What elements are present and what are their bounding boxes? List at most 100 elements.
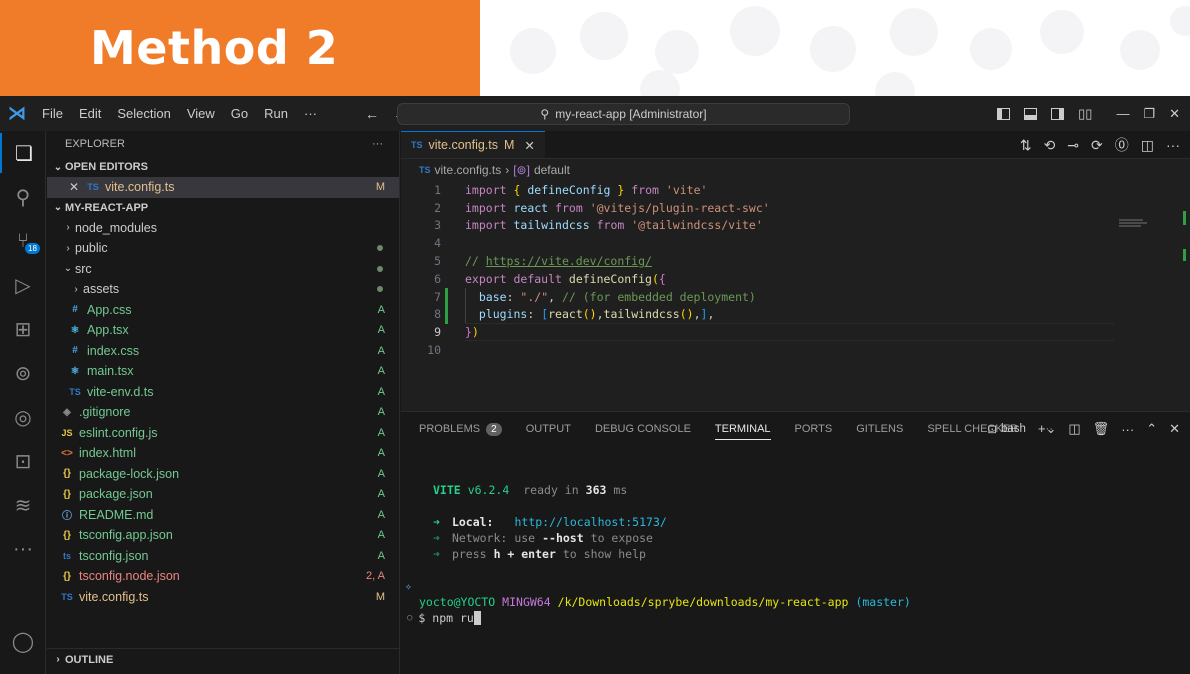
code-line[interactable]: 8 plugins: [react(),tailwindcss(),], (401, 306, 1190, 324)
code-line[interactable]: 4 (401, 234, 1190, 252)
code-line[interactable]: 1 import { defineConfig } from 'vite' (401, 181, 1190, 199)
split-editor-icon[interactable]: ◫ (1141, 137, 1154, 154)
commit-icon[interactable]: ⊸ (1067, 137, 1079, 154)
command-center[interactable]: ⚲ my-react-app [Administrator] (397, 103, 850, 125)
tree-file-package-json[interactable]: {} package.json A (47, 484, 399, 505)
customize-layout-icon[interactable]: ▯▯ (1078, 106, 1092, 122)
tree-file-tsconfig-app[interactable]: {} tsconfig.app.json A (47, 525, 399, 546)
toggle-sidebar-icon[interactable] (997, 107, 1011, 120)
close-panel-icon[interactable]: ✕ (1169, 421, 1180, 437)
gitlens-icon[interactable]: ⓪ (1115, 135, 1129, 155)
go-forward-icon[interactable]: ⟳ (1091, 137, 1103, 154)
menu-run[interactable]: Run (256, 106, 296, 121)
code-text: base: "./", // (for embedded deployment) (441, 290, 756, 304)
tree-file-tsconfig[interactable]: ts tsconfig.json A (47, 546, 399, 567)
tree-file-package-lock[interactable]: {} package-lock.json A (47, 464, 399, 485)
more-actions-icon[interactable]: ··· (1121, 422, 1134, 437)
tree-file-app-tsx[interactable]: ⚛ App.tsx A (47, 320, 399, 341)
close-window-icon[interactable]: ✕ (1169, 106, 1180, 122)
tab-terminal[interactable]: TERMINAL (714, 418, 771, 440)
breadcrumb-file[interactable]: vite.config.ts (435, 163, 502, 177)
editor-group: TS vite.config.ts M ✕ ⇅ ⟲ ⊸ ⟳ ⓪ ◫ ··· TS… (401, 131, 1190, 411)
command-line[interactable]: ○ $ npm ru (407, 610, 1179, 626)
tree-file-vite-env[interactable]: TS vite-env.d.ts A (47, 382, 399, 403)
explorer-title: EXPLORER (65, 138, 125, 150)
tab-debug-console[interactable]: DEBUG CONSOLE (595, 412, 691, 446)
code-line[interactable]: 2 import react from '@vitejs/plugin-react… (401, 199, 1190, 217)
tree-file-tsconfig-node[interactable]: {} tsconfig.node.json 2, A (47, 566, 399, 587)
breadcrumb-symbol[interactable]: default (534, 163, 570, 177)
compare-icon[interactable]: ⇅ (1020, 137, 1032, 154)
remote-explorer-icon[interactable]: ⊡ (0, 441, 46, 481)
code-token: , (693, 307, 701, 322)
prompt-line: yocto@YOCTO MINGW64 /k/Downloads/sprybe/… (419, 594, 1179, 610)
run-debug-icon[interactable]: ▷ (0, 265, 46, 305)
code-area[interactable]: 1 import { defineConfig } from 'vite' 2 imp… (401, 181, 1190, 359)
git-status-added: A (377, 344, 385, 357)
close-tab-icon[interactable]: ✕ (524, 138, 534, 153)
close-icon[interactable]: ✕ (69, 180, 85, 194)
code-line[interactable]: 7 base: "./", // (for embedded deploymen… (401, 288, 1190, 306)
tree-file-main-tsx[interactable]: ⚛ main.tsx A (47, 361, 399, 382)
menu-selection[interactable]: Selection (109, 106, 178, 121)
toggle-panel-icon[interactable] (1024, 107, 1038, 120)
tree-file-eslint[interactable]: JS eslint.config.js A (47, 423, 399, 444)
code-line[interactable]: 6 export default defineConfig({ (401, 270, 1190, 288)
tree-folder-node-modules[interactable]: › node_modules (47, 218, 399, 239)
tree-folder-assets[interactable]: › assets (47, 279, 399, 300)
explorer-icon[interactable]: ❏ (0, 133, 46, 173)
tree-file-index-css[interactable]: # index.css A (47, 341, 399, 362)
explorer-more-button[interactable]: ··· (372, 138, 383, 150)
git-graph-icon[interactable]: ⊚ (0, 353, 46, 393)
gitlens-icon[interactable]: ◎ (0, 397, 46, 437)
code-line[interactable]: 3 import tailwindcss from '@tailwindcss/v… (401, 217, 1190, 235)
minimap[interactable] (1119, 219, 1149, 231)
menu-go[interactable]: Go (223, 106, 256, 121)
more-icon[interactable]: ··· (0, 529, 46, 569)
toggle-secondary-sidebar-icon[interactable] (1051, 107, 1065, 120)
vite-ready-line: VITE v6.2.4 ready in 363 ms (433, 482, 1179, 498)
tab-output[interactable]: OUTPUT (526, 412, 571, 446)
tree-folder-src[interactable]: ⌄ src (47, 259, 399, 280)
menu-more[interactable]: ··· (296, 106, 325, 121)
source-control-icon[interactable]: ⑂ 18 (0, 221, 46, 261)
tree-file-vite-config[interactable]: TS vite.config.ts M (47, 587, 399, 608)
code-line[interactable]: 10 (401, 341, 1190, 359)
trash-icon[interactable]: 🗑 (1093, 421, 1110, 437)
line-number: 3 (434, 218, 441, 233)
go-back-icon[interactable]: ⟲ (1044, 137, 1056, 154)
tab-problems[interactable]: PROBLEMS 2 (419, 412, 502, 446)
tab-ports[interactable]: PORTS (795, 412, 833, 446)
menu-file[interactable]: File (34, 106, 71, 121)
account-icon[interactable]: ◯ (0, 621, 46, 661)
tree-file-gitignore[interactable]: ◈ .gitignore A (47, 402, 399, 423)
menu-view[interactable]: View (179, 106, 223, 121)
terminal-profile-button[interactable]: ⊡ bash (987, 422, 1026, 436)
css-file-icon: # (72, 304, 78, 316)
local-url-link[interactable]: http://localhost:5173/ (514, 515, 666, 529)
tree-file-app-css[interactable]: # App.css A (47, 300, 399, 321)
tree-file-index-html[interactable]: <> index.html A (47, 443, 399, 464)
split-terminal-icon[interactable]: ◫ (1068, 421, 1080, 437)
more-actions-icon[interactable]: ··· (1166, 137, 1180, 153)
restore-icon[interactable]: ❐ (1143, 106, 1155, 122)
open-editors-section[interactable]: ⌄ OPEN EDITORS (47, 157, 399, 177)
maximize-panel-icon[interactable]: ⌃ (1146, 421, 1157, 437)
code-line[interactable]: 5// https://vite.dev/config/ (401, 252, 1190, 270)
tree-folder-public[interactable]: › public (47, 238, 399, 259)
timeline-icon[interactable]: ≋ (0, 485, 46, 525)
arrow-left-icon[interactable]: ← (365, 106, 379, 122)
terminal-output[interactable]: VITE v6.2.4 ready in 363 ms ➜ Local: htt… (405, 446, 1179, 626)
outline-section[interactable]: › OUTLINE (47, 648, 400, 670)
search-icon[interactable]: ⚲ (0, 177, 46, 217)
tree-file-readme[interactable]: ⓘ README.md A (47, 505, 399, 526)
new-terminal-icon[interactable]: +⌄ (1038, 421, 1056, 437)
chevron-right-icon: › (66, 242, 70, 254)
tab-gitlens[interactable]: GITLENS (856, 412, 903, 446)
extensions-icon[interactable]: ⊞ (0, 309, 46, 349)
minimize-icon[interactable]: — (1116, 106, 1129, 121)
project-section[interactable]: ⌄ MY-REACT-APP (47, 198, 399, 218)
open-editor-item[interactable]: ✕ TS vite.config.ts M (47, 177, 399, 198)
tab-vite-config[interactable]: TS vite.config.ts M ✕ (401, 131, 545, 158)
menu-edit[interactable]: Edit (71, 106, 109, 121)
